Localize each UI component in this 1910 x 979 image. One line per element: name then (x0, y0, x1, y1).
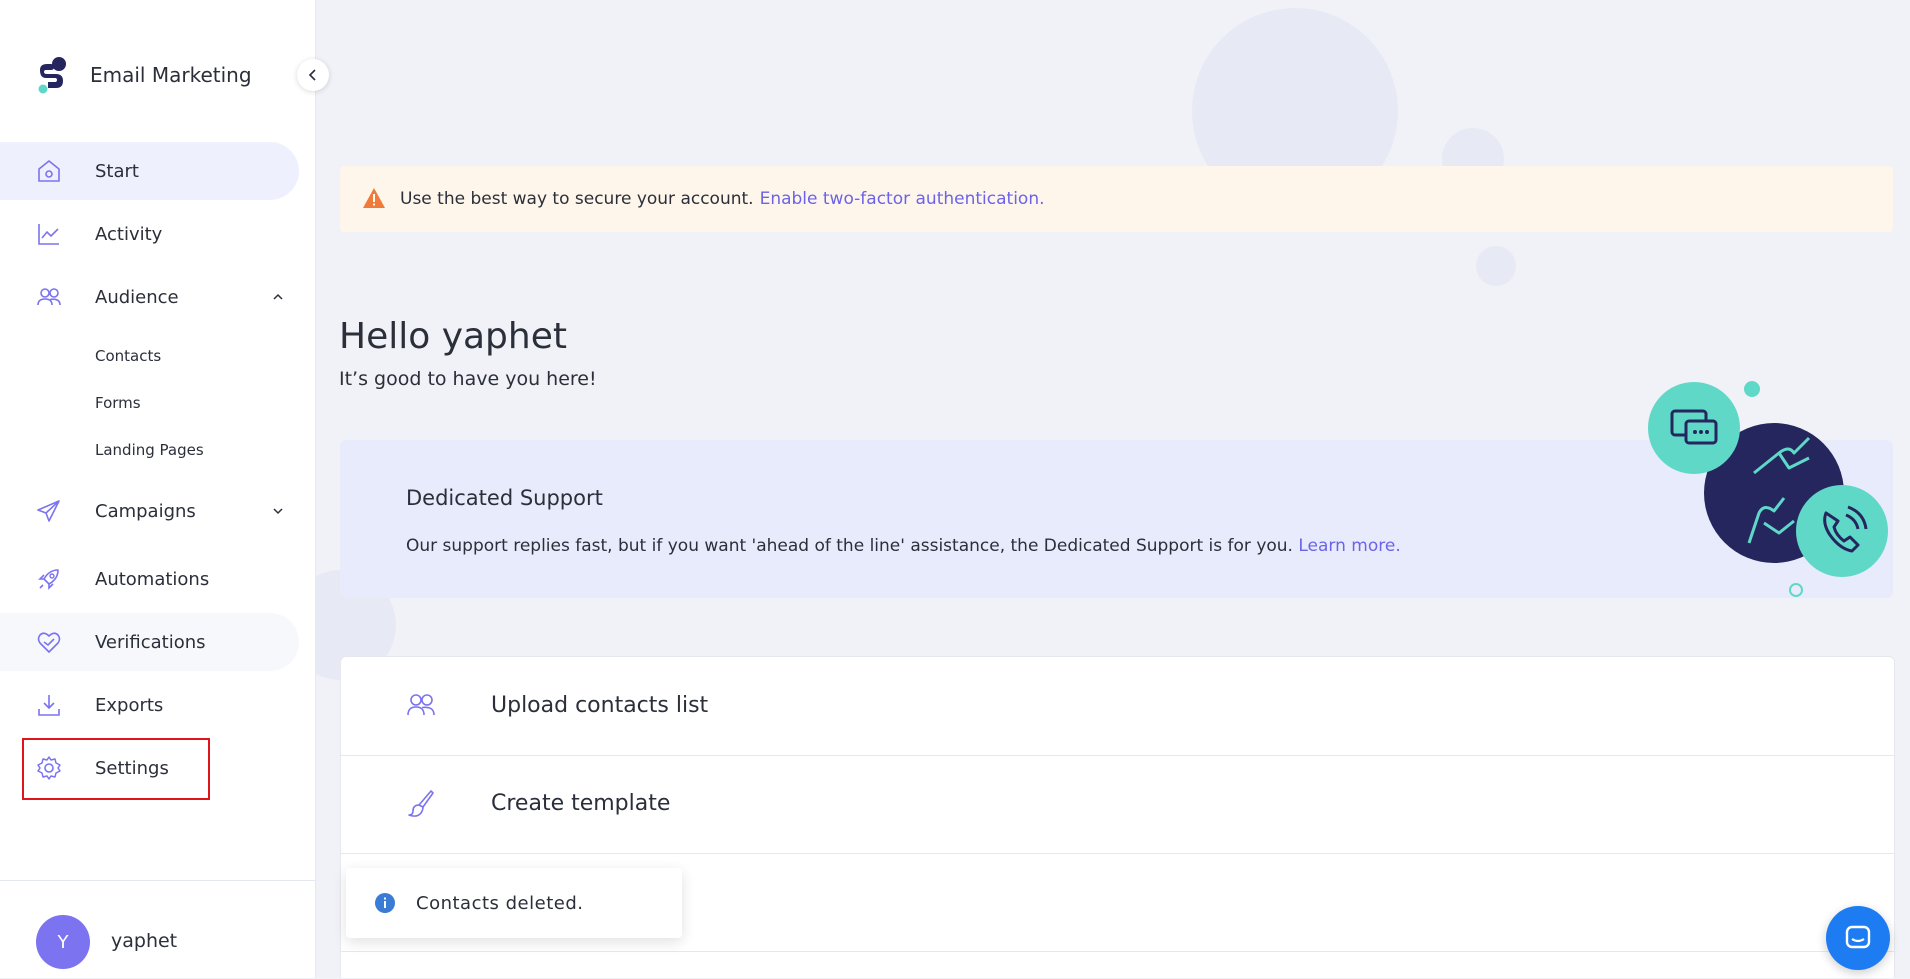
upload-contacts-list-action[interactable]: Upload contacts list (341, 657, 1894, 756)
heart-check-icon (37, 632, 61, 653)
brand-name: Email Marketing (90, 63, 252, 87)
sidebar-item-start[interactable]: Start (0, 142, 299, 200)
sidebar-item-campaigns[interactable]: Campaigns (0, 482, 299, 540)
gear-icon (37, 756, 61, 780)
support-illustration (1648, 381, 1888, 597)
sidebar-item-label: Campaigns (95, 500, 196, 522)
sidebar-item-automations[interactable]: Automations (0, 550, 299, 608)
alert-text: Use the best way to secure your account. (400, 189, 754, 209)
sidebar: Email Marketing Start Activity Audience … (0, 0, 329, 979)
chat-support-button[interactable] (1826, 906, 1890, 970)
create-template-action[interactable]: Create template (341, 755, 1894, 854)
learn-more-link[interactable]: Learn more. (1298, 536, 1400, 556)
toast-notification: Contacts deleted. (346, 868, 682, 938)
sidebar-item-audience[interactable]: Audience (0, 268, 299, 326)
decorative-circle (1476, 246, 1516, 286)
chat-bubble-icon (1648, 382, 1740, 474)
brush-icon (408, 790, 434, 817)
sidebar-item-label: Verifications (95, 631, 206, 653)
main-content: Use the best way to secure your account.… (316, 0, 1910, 978)
home-icon (38, 160, 60, 182)
chart-icon (38, 224, 59, 245)
user-name: yaphet (111, 930, 178, 952)
sidebar-item-label: Exports (95, 694, 164, 716)
chevron-up-icon (273, 293, 283, 300)
info-icon (375, 893, 395, 913)
support-description: Our support replies fast, but if you wan… (406, 536, 1293, 556)
chevron-left-icon (308, 69, 316, 81)
chevron-down-icon (273, 508, 283, 515)
sidebar-item-exports[interactable]: Exports (0, 676, 299, 734)
sidebar-item-settings[interactable]: Settings (0, 739, 299, 797)
brand[interactable]: Email Marketing (34, 56, 252, 94)
sidebar-item-label: Audience (95, 286, 179, 308)
sidebar-item-verifications[interactable]: Verifications (0, 613, 299, 671)
page-title: Hello yaphet (339, 316, 567, 357)
sidebar-item-label: Settings (95, 757, 169, 779)
brand-logo-icon (38, 57, 66, 94)
action-label: Upload contacts list (491, 693, 709, 718)
sidebar-subitem-landing-pages[interactable]: Landing Pages (95, 441, 204, 459)
download-icon (38, 695, 60, 716)
toast-text: Contacts deleted. (416, 893, 584, 914)
sidebar-subitem-contacts[interactable]: Contacts (95, 347, 161, 365)
chat-icon (1845, 925, 1871, 949)
support-text: Our support replies fast, but if you wan… (406, 536, 1401, 556)
security-alert: Use the best way to secure your account.… (340, 166, 1893, 232)
phone-icon (1796, 485, 1888, 577)
sidebar-item-label: Automations (95, 568, 210, 590)
rocket-icon (38, 569, 59, 590)
sidebar-item-label: Start (95, 160, 139, 182)
support-title: Dedicated Support (406, 486, 603, 510)
users-icon (37, 288, 61, 306)
action-label: Create template (491, 791, 671, 816)
user-profile[interactable]: Y yaphet (0, 880, 315, 979)
paper-plane-icon (37, 500, 60, 522)
collapse-sidebar-button[interactable] (297, 59, 329, 91)
warning-icon (363, 188, 385, 208)
sidebar-item-label: Activity (95, 223, 163, 245)
enable-2fa-link[interactable]: Enable two-factor authentication. (760, 189, 1045, 209)
page-subtitle: It’s good to have you here! (339, 368, 597, 390)
avatar: Y (36, 915, 90, 969)
users-icon (407, 694, 435, 716)
sidebar-subitem-forms[interactable]: Forms (95, 394, 141, 412)
sidebar-item-activity[interactable]: Activity (0, 205, 299, 263)
